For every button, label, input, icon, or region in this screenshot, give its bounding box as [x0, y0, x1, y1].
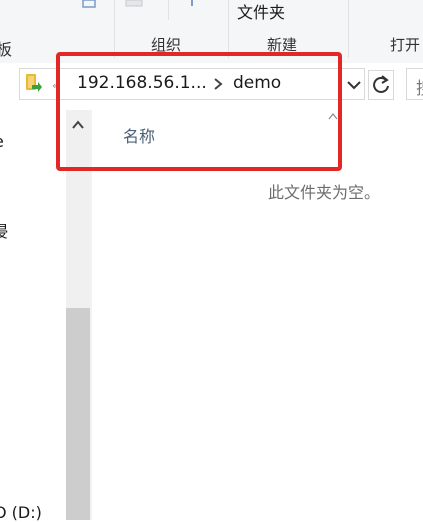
ribbon-separator: [348, 0, 349, 58]
empty-folder-message: 此文件夹为空。: [268, 183, 381, 202]
ribbon-separator: [114, 0, 115, 58]
navigation-pane: [0, 109, 66, 520]
nav-scrollbar-thumb[interactable]: [66, 308, 90, 520]
ribbon-separator: [228, 0, 229, 58]
chevron-down-icon[interactable]: [345, 75, 363, 95]
highlight-box: [56, 52, 342, 171]
open-icon[interactable]: [184, 0, 200, 8]
refresh-button[interactable]: [368, 70, 394, 100]
folder-icon: [26, 74, 42, 92]
pin-icon[interactable]: [80, 0, 98, 10]
nav-item[interactable]: e: [0, 132, 4, 151]
new-folder-button-label[interactable]: 文件夹: [237, 0, 285, 23]
properties-icon[interactable]: [125, 0, 145, 8]
nav-item-drive-d[interactable]: O (D:): [0, 503, 42, 522]
ribbon-separator: [168, 0, 169, 20]
search-placeholder: 搜: [416, 74, 423, 99]
pane-divider[interactable]: [90, 110, 92, 520]
nav-item[interactable]: 浸: [0, 218, 8, 242]
ribbon-group-clipboard-label: 板: [0, 40, 13, 59]
refresh-icon: [373, 75, 389, 93]
ribbon-group-open: 打开: [390, 36, 421, 54]
